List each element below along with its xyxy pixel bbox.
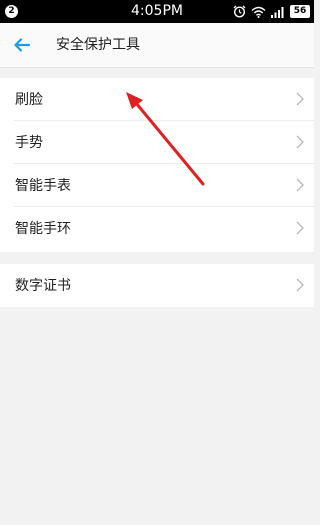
- status-bar: 2 4:05PM 56: [0, 0, 314, 23]
- list-item-digital-certificate[interactable]: 数字证书: [0, 264, 314, 307]
- list-item-face-recognition[interactable]: 刷脸: [0, 78, 314, 121]
- back-button[interactable]: [10, 33, 34, 57]
- list-item-label: 刷脸: [15, 92, 43, 108]
- header-bar: 安全保护工具: [0, 23, 314, 68]
- list-item-gesture[interactable]: 手势: [0, 120, 314, 164]
- status-icons: 56: [233, 3, 310, 20]
- chevron-right-icon: [296, 178, 304, 192]
- alarm-icon: [233, 5, 246, 18]
- chevron-right-icon: [296, 221, 304, 235]
- menu-group-security: 刷脸 手势 智能手表 智能手环: [0, 78, 314, 252]
- menu-group-certificate: 数字证书: [0, 264, 314, 307]
- back-arrow-icon: [14, 38, 31, 52]
- list-item-label: 智能手表: [15, 178, 71, 194]
- list-item-label: 数字证书: [15, 278, 71, 294]
- chevron-right-icon: [296, 92, 304, 106]
- screen: 2 4:05PM 56 安全保护工具 刷脸 手势 智能手表 智能手环 数字证书: [0, 0, 314, 525]
- signal-icon: [271, 6, 285, 18]
- chevron-right-icon: [296, 135, 304, 149]
- list-item-label: 智能手环: [15, 221, 71, 237]
- list-item-smart-band[interactable]: 智能手环: [0, 206, 314, 250]
- page-title: 安全保护工具: [56, 37, 140, 53]
- wifi-icon: [251, 6, 266, 18]
- battery-icon: 56: [290, 5, 310, 18]
- chevron-right-icon: [296, 278, 304, 292]
- list-item-smartwatch[interactable]: 智能手表: [0, 163, 314, 207]
- list-item-label: 手势: [15, 135, 43, 151]
